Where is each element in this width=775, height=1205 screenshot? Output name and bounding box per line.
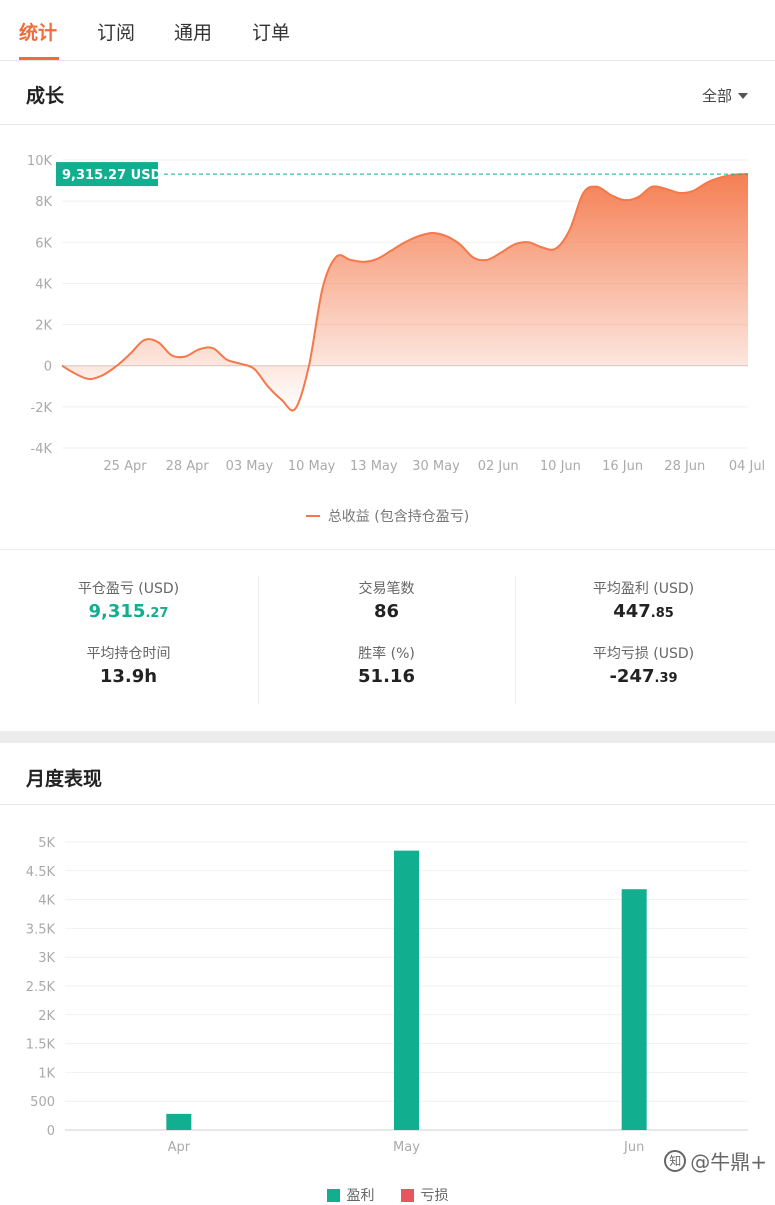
- closed-pnl-value: 9,315.27: [0, 601, 257, 622]
- section-separator: [0, 731, 775, 743]
- growth-title: 成长: [26, 85, 65, 107]
- avg-profit-dec: .85: [650, 606, 674, 621]
- stats-panel: 平仓盈亏 (USD) 9,315.27 交易笔数 86 平均盈利 (USD) 4…: [0, 549, 775, 729]
- growth-y-tick-label: 10K: [27, 154, 53, 169]
- bar-y-tick-label: 2K: [38, 1009, 55, 1024]
- bar-y-tick-label: 0: [47, 1124, 55, 1139]
- period-filter-dropdown[interactable]: 全部: [702, 85, 748, 106]
- watermark: 知 @牛鼎+: [664, 1146, 767, 1175]
- tab-orders[interactable]: 订单: [252, 18, 290, 45]
- growth-x-tick-label: 25 Apr: [103, 459, 147, 474]
- growth-y-tick-label: -2K: [31, 401, 53, 416]
- profit-bar: [394, 850, 419, 1130]
- watermark-text: @牛鼎+: [690, 1150, 767, 1174]
- growth-x-tick-label: 10 May: [288, 459, 336, 474]
- avg-loss-value: -247.39: [515, 666, 772, 687]
- avg-loss-label: 平均亏损 (USD): [592, 646, 695, 662]
- tab-subscription[interactable]: 订阅: [97, 18, 135, 45]
- growth-x-tick-label: 03 May: [226, 459, 274, 474]
- trade-count-value: 86: [373, 601, 400, 622]
- bar-y-tick-label: 2.5K: [26, 980, 56, 995]
- current-value-badge-label: 9,315.27 USD: [62, 168, 162, 183]
- growth-y-tick-label: 8K: [35, 195, 52, 210]
- profit-bar: [621, 889, 647, 1130]
- bar-x-tick-label: Jun: [623, 1140, 644, 1155]
- closed-pnl-dec: .27: [145, 606, 169, 621]
- growth-x-tick-label: 28 Apr: [166, 459, 210, 474]
- growth-x-tick-label: 02 Jun: [478, 459, 519, 474]
- win-rate-value: 51.16: [358, 666, 415, 687]
- tab-statistics[interactable]: 统计: [19, 18, 57, 45]
- avg-profit-int: 447: [613, 601, 651, 622]
- growth-x-tick-label: 28 Jun: [664, 459, 705, 474]
- growth-y-tick-label: 2K: [35, 319, 52, 334]
- avg-hold-time-label: 平均持仓时间: [86, 646, 171, 662]
- bar-y-tick-label: 4K: [38, 894, 55, 909]
- bar-y-tick-label: 3K: [38, 951, 55, 966]
- growth-x-tick-label: 30 May: [412, 459, 460, 474]
- growth-y-tick-label: -4K: [31, 442, 53, 457]
- bar-y-tick-label: 1.5K: [26, 1038, 56, 1053]
- legend-line-swatch: [305, 515, 320, 517]
- monthly-title: 月度表现: [26, 768, 103, 790]
- active-tab-indicator: [19, 57, 59, 60]
- top-tab-bar: 统计 订阅 通用 订单: [0, 0, 775, 61]
- zhihu-logo-icon: 知: [664, 1149, 687, 1172]
- period-filter-label: 全部: [701, 87, 732, 105]
- bar-y-tick-label: 1K: [38, 1066, 55, 1081]
- growth-x-tick-label: 10 Jun: [540, 459, 581, 474]
- bar-y-tick-label: 3.5K: [26, 922, 56, 937]
- closed-pnl-int: 9,315: [88, 601, 146, 622]
- bar-x-tick-label: Apr: [168, 1140, 191, 1155]
- legend-item-profit[interactable]: 盈利: [326, 1185, 375, 1205]
- bar-y-tick-label: 5K: [38, 836, 55, 851]
- avg-profit-label: 平均盈利 (USD): [592, 581, 695, 597]
- monthly-bar-chart: 5K 4.5K 4K 3.5K 3K 2.5K 2K 1.5K 1K 500 0 Apr May Jun: [26, 836, 748, 1155]
- growth-legend-label: 总收益 (包含持仓盈亏): [327, 509, 470, 525]
- trade-count-label: 交易笔数: [358, 581, 415, 597]
- legend-loss-label: 亏损: [420, 1188, 449, 1204]
- growth-section-header: 成长 全部: [0, 61, 775, 125]
- avg-loss-dec: .39: [654, 671, 678, 686]
- bar-y-tick-label: 4.5K: [26, 865, 56, 880]
- win-rate-label: 胜率 (%): [358, 646, 415, 662]
- growth-x-tick-label: 16 Jun: [602, 459, 643, 474]
- closed-pnl-label: 平仓盈亏 (USD): [77, 581, 180, 597]
- legend-profit-label: 盈利: [346, 1188, 375, 1204]
- bar-x-tick-label: May: [393, 1140, 420, 1155]
- avg-loss-int: -247: [609, 666, 655, 687]
- caret-down-icon: [738, 92, 748, 99]
- growth-x-tick-label: 04 Jul: [729, 459, 765, 474]
- bar-y-tick-label: 500: [30, 1095, 55, 1110]
- monthly-section-header: 月度表现: [0, 743, 775, 805]
- growth-chart: 10K 8K 6K 4K 2K 0 -2K -4K 25 Apr 28 Apr 03 May 10 …: [27, 154, 765, 474]
- growth-y-tick-label: 0: [44, 360, 52, 375]
- growth-y-tick-label: 4K: [35, 277, 52, 292]
- avg-hold-time-value: 13.9h: [99, 666, 158, 687]
- profit-bar: [166, 1113, 192, 1130]
- monthly-legend: 盈利 亏损: [0, 1185, 775, 1205]
- profit-swatch: [326, 1188, 340, 1202]
- avg-profit-value: 447.85: [515, 601, 772, 622]
- growth-legend: 总收益 (包含持仓盈亏): [0, 506, 775, 526]
- growth-area-fill: [62, 174, 748, 411]
- tab-general[interactable]: 通用: [174, 18, 212, 45]
- growth-x-tick-label: 13 May: [350, 459, 398, 474]
- growth-y-tick-label: 6K: [35, 236, 52, 251]
- legend-item-loss[interactable]: 亏损: [400, 1185, 449, 1205]
- loss-swatch: [400, 1188, 414, 1202]
